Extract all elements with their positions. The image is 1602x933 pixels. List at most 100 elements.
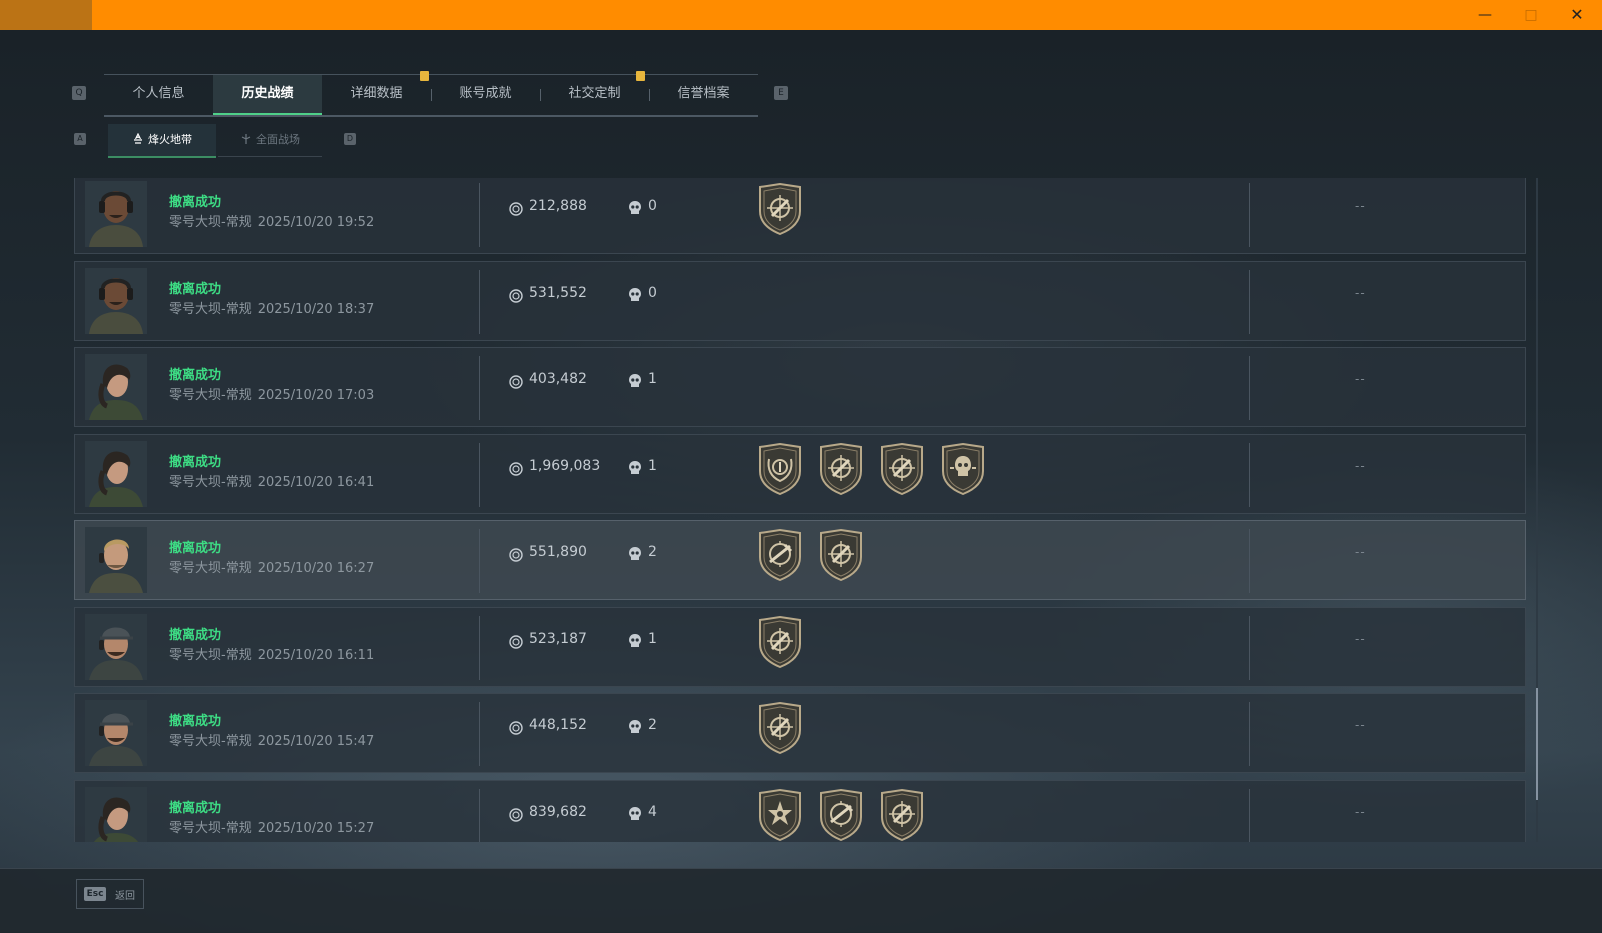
crosshair-badge-icon[interactable] [757,183,803,235]
match-row[interactable]: 撤离成功 零号大坝-常规 2025/10/20 15:27 839,682 4 -- [74,780,1526,842]
skull-icon [628,200,642,216]
extraction-status: 撤离成功 [169,195,222,210]
notification-marker [636,71,645,81]
maximize-button[interactable]: □ [1508,0,1554,30]
skull-icon [628,373,642,389]
kill-count: 1 [648,631,657,647]
mode-tab-hazard-zone[interactable]: 烽火地带 [108,124,216,158]
match-datetime: 2025/10/20 15:27 [257,821,375,836]
app-icon [0,0,92,30]
footer-bar: Esc 返回 [0,868,1602,933]
column-divider [1249,356,1250,420]
match-row[interactable]: 撤离成功 零号大坝-常规 2025/10/20 18:37 531,552 0 -- [74,261,1526,341]
star-badge-icon[interactable] [757,789,803,841]
tab-match-history[interactable]: 历史战绩 [213,75,322,115]
match-datetime: 2025/10/20 18:37 [257,302,375,317]
skull-icon [628,460,642,476]
hazard-zone-icon [134,132,142,144]
back-button[interactable]: Esc 返回 [76,879,144,909]
column-divider [1249,789,1250,842]
column-divider [479,270,480,334]
skull-icon [628,806,642,822]
extraction-status: 撤离成功 [169,628,222,643]
kill-count: 4 [648,804,657,820]
map-and-time: 零号大坝-常规 2025/10/20 16:11 [169,644,380,663]
esc-key: Esc [84,887,106,901]
loot-value: 448,152 [529,717,587,733]
skull-icon [628,719,642,735]
operator-bald-avatar [85,181,147,247]
match-datetime: 2025/10/20 19:52 [257,215,375,230]
operator-cap-avatar [85,700,147,766]
match-row[interactable]: 撤离成功 零号大坝-常规 2025/10/20 16:27 551,890 2 -- [74,520,1526,600]
extra-info: -- [1355,459,1366,473]
tab-credit-record[interactable]: 信誉档案 [649,75,758,113]
map-name: 零号大坝-常规 [169,648,252,663]
map-and-time: 零号大坝-常规 2025/10/20 17:03 [169,384,380,403]
column-divider [1249,183,1250,247]
rifle-badge-icon[interactable] [757,529,803,581]
mode-tab-label: 烽火地带 [148,133,192,146]
operator-female-avatar [85,354,147,420]
crosshair-badge-icon[interactable] [757,616,803,668]
extra-info: -- [1355,199,1366,213]
crosshair-badge-icon[interactable] [757,702,803,754]
match-row[interactable]: 撤离成功 零号大坝-常规 2025/10/20 15:47 448,152 2 -- [74,693,1526,773]
close-button[interactable]: ✕ [1554,0,1600,30]
coin-icon [509,720,523,735]
map-and-time: 零号大坝-常规 2025/10/20 19:52 [169,211,380,230]
crosshair-badge-icon[interactable] [818,529,864,581]
operator-blond-avatar [85,527,147,593]
mode-tab-divider [218,156,322,157]
crosshair-badge-icon[interactable] [879,789,925,841]
tab-achievements[interactable]: 账号成就 [431,75,540,113]
mode-next-key[interactable]: D [344,133,356,145]
back-label: 返回 [115,891,135,902]
match-datetime: 2025/10/20 16:11 [257,648,375,663]
match-row[interactable]: 撤离成功 零号大坝-常规 2025/10/20 16:41 1,969,083 1 -- [74,434,1526,514]
skull-badge-icon[interactable] [940,443,986,495]
coin-icon [509,288,523,303]
column-divider [479,356,480,420]
match-datetime: 2025/10/20 16:41 [257,475,375,490]
mode-prev-key[interactable]: A [74,133,86,145]
tab-prev-key[interactable]: Q [72,86,86,100]
tab-detailed-data[interactable]: 详细数据 [322,75,431,113]
mode-tab-full-battlefield[interactable]: 全面战场 [218,124,322,156]
rifle-badge-icon[interactable] [818,789,864,841]
tab-social-custom[interactable]: 社交定制 [540,75,649,113]
kill-count: 2 [648,544,657,560]
tab-next-key[interactable]: E [774,86,788,100]
match-history-list[interactable]: 撤离成功 零号大坝-常规 2025/10/20 19:52 212,888 0 -- 撤离成… [74,178,1530,842]
coin-icon [509,461,523,476]
match-datetime: 2025/10/20 16:27 [257,561,375,576]
crosshair-badge-icon[interactable] [879,443,925,495]
column-divider [479,789,480,842]
match-datetime: 2025/10/20 15:47 [257,734,375,749]
operator-cap-avatar [85,614,147,680]
map-name: 零号大坝-常规 [169,388,252,403]
scrollbar-thumb[interactable] [1536,688,1538,800]
coin-icon [509,807,523,822]
minimize-button[interactable]: — [1462,0,1508,30]
match-row[interactable]: 撤离成功 零号大坝-常规 2025/10/20 17:03 403,482 1 -- [74,347,1526,427]
tab-personal-info[interactable]: 个人信息 [104,75,213,113]
operator-bald-avatar [85,268,147,334]
skull-icon [628,287,642,303]
crosshair-badge-icon[interactable] [818,443,864,495]
column-divider [479,616,480,680]
kill-count: 2 [648,717,657,733]
extraction-status: 撤离成功 [169,455,222,470]
map-name: 零号大坝-常规 [169,215,252,230]
extraction-status: 撤离成功 [169,368,222,383]
extra-info: -- [1355,718,1366,732]
loot-value: 212,888 [529,198,587,214]
column-divider [479,443,480,507]
laurel-badge-icon[interactable] [757,443,803,495]
match-row[interactable]: 撤离成功 零号大坝-常规 2025/10/20 16:11 523,187 1 -- [74,607,1526,687]
skull-icon [628,546,642,562]
column-divider [479,183,480,247]
map-name: 零号大坝-常规 [169,561,252,576]
match-row[interactable]: 撤离成功 零号大坝-常规 2025/10/20 19:52 212,888 0 -- [74,178,1526,254]
column-divider [1249,702,1250,766]
